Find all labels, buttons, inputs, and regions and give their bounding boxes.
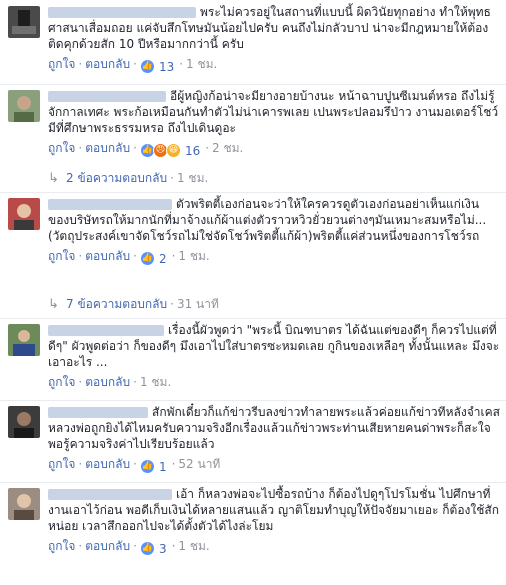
comment-time[interactable]: 1 ชม. bbox=[178, 249, 209, 263]
comment-actions: ถูกใจ · ตอบกลับ · 👍 1 · 52 นาที bbox=[48, 457, 221, 474]
like-icon: 👍 bbox=[139, 251, 155, 266]
commenter-name[interactable] bbox=[48, 489, 172, 500]
avatar[interactable] bbox=[8, 90, 40, 122]
reply-link[interactable]: ตอบกลับ bbox=[85, 375, 130, 389]
comment-time[interactable]: 2 ชม. bbox=[212, 141, 243, 155]
commenter-name[interactable] bbox=[48, 407, 148, 418]
view-replies[interactable]: ↳ 2 ข้อความตอบกลับ · 1 ชม. bbox=[48, 168, 208, 188]
view-replies[interactable]: ↳ 7 ข้อความตอบกลับ · 31 นาที bbox=[48, 294, 219, 314]
commenter-name[interactable] bbox=[48, 7, 196, 18]
reaction-summary[interactable]: 👍 13 bbox=[139, 59, 175, 74]
like-link[interactable]: ถูกใจ bbox=[48, 539, 75, 553]
avatar[interactable] bbox=[8, 324, 40, 356]
comments-feed: พระไม่ควรอยู่ในสถานที่แบบนี้ ผิดวินัยทุก… bbox=[0, 0, 506, 585]
reply-arrow-icon: ↳ bbox=[48, 171, 59, 186]
reaction-summary[interactable]: 👍 1 bbox=[139, 459, 167, 474]
like-icon: 👍 bbox=[139, 459, 155, 474]
like-link[interactable]: ถูกใจ bbox=[48, 375, 75, 389]
avatar[interactable] bbox=[8, 488, 40, 520]
reaction-summary[interactable]: 👍 😠 😆 16 bbox=[139, 143, 201, 158]
replies-time: 1 ชม. bbox=[176, 171, 209, 185]
replies-count[interactable]: 7 ข้อความตอบกลับ bbox=[66, 297, 167, 311]
divider bbox=[0, 482, 506, 483]
comment-actions: ถูกใจ · ตอบกลับ · 👍 3 · 1 ชม. bbox=[48, 539, 210, 556]
like-icon: 👍 bbox=[139, 59, 155, 74]
reaction-count: 1 bbox=[158, 459, 167, 474]
comment-actions: ถูกใจ · ตอบกลับ · 👍 13 · 1 ชม. bbox=[48, 57, 218, 74]
comment-actions: ถูกใจ · ตอบกลับ · 👍 2 · 1 ชม. bbox=[48, 249, 210, 266]
comment-time[interactable]: 1 ชม. bbox=[178, 539, 209, 553]
divider bbox=[0, 192, 506, 193]
comment-time[interactable]: 1 ชม. bbox=[140, 375, 171, 389]
reaction-count: 16 bbox=[184, 143, 201, 158]
reaction-summary[interactable]: 👍 2 bbox=[139, 251, 167, 266]
replies-count[interactable]: 2 ข้อความตอบกลับ bbox=[66, 171, 167, 185]
commenter-name[interactable] bbox=[48, 199, 172, 210]
divider bbox=[0, 318, 506, 319]
reply-link[interactable]: ตอบกลับ bbox=[85, 57, 130, 71]
comment-time[interactable]: 1 ชม. bbox=[186, 57, 217, 71]
like-link[interactable]: ถูกใจ bbox=[48, 57, 75, 71]
like-link[interactable]: ถูกใจ bbox=[48, 249, 75, 263]
like-link[interactable]: ถูกใจ bbox=[48, 141, 75, 155]
comment-time[interactable]: 52 นาที bbox=[178, 457, 220, 471]
reply-link[interactable]: ตอบกลับ bbox=[85, 457, 130, 471]
comment-actions: ถูกใจ · ตอบกลับ · 👍 😠 😆 16 · 2 ชม. bbox=[48, 141, 244, 158]
avatar[interactable] bbox=[8, 6, 40, 38]
reaction-count: 3 bbox=[158, 541, 167, 556]
reaction-count: 2 bbox=[158, 251, 167, 266]
like-link[interactable]: ถูกใจ bbox=[48, 457, 75, 471]
divider bbox=[0, 400, 506, 401]
haha-icon: 😆 bbox=[165, 143, 181, 158]
reply-link[interactable]: ตอบกลับ bbox=[85, 141, 130, 155]
divider bbox=[0, 84, 506, 85]
comment-actions: ถูกใจ · ตอบกลับ · 1 ชม. bbox=[48, 375, 172, 389]
reply-link[interactable]: ตอบกลับ bbox=[85, 249, 130, 263]
commenter-name[interactable] bbox=[48, 91, 166, 102]
replies-time: 31 นาที bbox=[176, 297, 219, 311]
like-icon: 👍 bbox=[139, 541, 155, 556]
reply-link[interactable]: ตอบกลับ bbox=[85, 539, 130, 553]
avatar[interactable] bbox=[8, 406, 40, 438]
reaction-summary[interactable]: 👍 3 bbox=[139, 541, 167, 556]
commenter-name[interactable] bbox=[48, 325, 164, 336]
avatar[interactable] bbox=[8, 198, 40, 230]
reaction-count: 13 bbox=[158, 59, 175, 74]
reply-arrow-icon: ↳ bbox=[48, 297, 59, 312]
